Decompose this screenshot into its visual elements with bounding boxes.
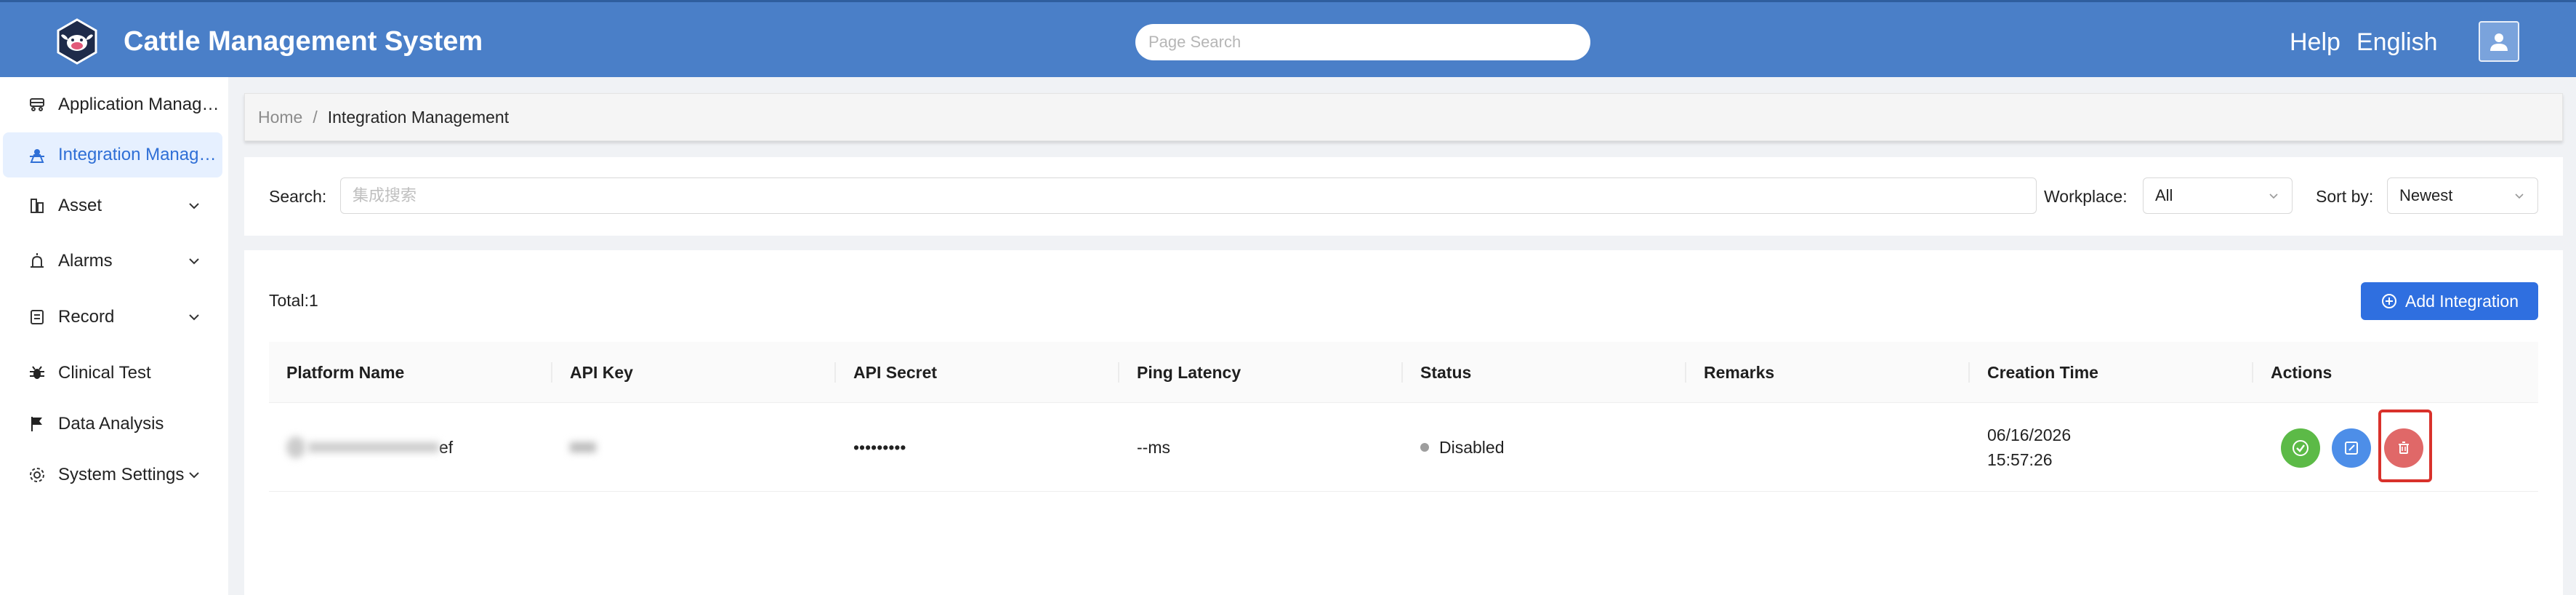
- breadcrumb-home[interactable]: Home: [258, 108, 302, 127]
- column-header-status: Status: [1403, 342, 1686, 403]
- breadcrumb: Home / Integration Management: [244, 93, 2563, 141]
- app-icon: [26, 94, 48, 116]
- add-integration-label: Add Integration: [2404, 291, 2519, 311]
- platform-name-redacted: [308, 442, 439, 452]
- sidebar: Application Management Integration Manag…: [0, 77, 228, 595]
- cell-status: Disabled: [1403, 403, 1686, 492]
- sidebar-item-label: Integration Management: [58, 145, 222, 164]
- sidebar-item-data-analysis[interactable]: Data Analysis: [0, 402, 224, 447]
- page-search-input[interactable]: [1135, 24, 1590, 60]
- chevron-down-icon: [2515, 193, 2524, 199]
- integration-search-input[interactable]: [340, 177, 2037, 214]
- chevron-down-icon: [189, 203, 199, 209]
- workplace-value: All: [2155, 186, 2173, 204]
- alarm-icon: [26, 250, 48, 272]
- column-header-creation-time: Creation Time: [1970, 342, 2253, 403]
- cell-ping-latency: --ms: [1137, 437, 1170, 457]
- sidebar-item-label: Application Management: [58, 95, 224, 114]
- chevron-down-icon: [189, 258, 199, 265]
- creation-date: 06/16/2026: [1987, 426, 2072, 444]
- platform-name-suffix: ef: [439, 437, 454, 457]
- check-circle-icon: [2293, 440, 2309, 456]
- sidebar-item-label: Data Analysis: [58, 414, 164, 434]
- cell-api-secret: •••••••••: [853, 437, 906, 457]
- user-icon: [2490, 33, 2508, 51]
- top-header: Cattle Management System Help English: [0, 0, 2576, 77]
- user-avatar[interactable]: [2479, 21, 2519, 62]
- gear-icon: [26, 464, 48, 486]
- enable-button[interactable]: [2281, 428, 2320, 468]
- column-header-api-secret: API Secret: [836, 342, 1119, 403]
- sidebar-item-asset[interactable]: Asset: [0, 183, 224, 228]
- sidebar-item-label: Asset: [58, 196, 102, 215]
- plus-circle-icon: [2381, 294, 2396, 308]
- bug-icon: [26, 362, 48, 384]
- chevron-down-icon: [189, 472, 199, 479]
- chevron-down-icon: [2269, 193, 2278, 199]
- table-row: ef ••••••••• --ms Disabled 06/16/2026 15…: [269, 403, 2538, 492]
- trash-icon: [2399, 442, 2409, 454]
- cell-platform-name: ef: [269, 403, 552, 492]
- sidebar-item-label: Record: [58, 307, 115, 327]
- search-label: Search:: [269, 187, 327, 206]
- app-title: Cattle Management System: [124, 26, 483, 57]
- chevron-down-icon: [189, 314, 199, 321]
- creation-clock: 15:57:26: [1987, 450, 2053, 469]
- help-link[interactable]: Help: [2290, 27, 2340, 57]
- cell-remarks: [1686, 403, 1970, 492]
- delete-button[interactable]: [2384, 428, 2423, 468]
- sidebar-item-system-settings[interactable]: System Settings: [0, 452, 224, 498]
- sidebar-item-clinical-test[interactable]: Clinical Test: [0, 351, 224, 396]
- language-switch[interactable]: English: [2356, 27, 2438, 57]
- column-header-api-key: API Key: [552, 342, 836, 403]
- sidebar-item-application-management[interactable]: Application Management: [0, 82, 224, 127]
- column-header-ping-latency: Ping Latency: [1119, 342, 1403, 403]
- flag-icon: [26, 413, 48, 435]
- sidebar-item-integration-management[interactable]: Integration Management: [3, 132, 222, 177]
- sidebar-item-alarms[interactable]: Alarms: [0, 239, 224, 284]
- table-header: Platform Name API Key API Secret Ping La…: [269, 342, 2538, 403]
- column-header-platform-name: Platform Name: [269, 342, 552, 403]
- cell-api-key: [552, 403, 836, 492]
- workplace-label: Workplace:: [2044, 187, 2128, 206]
- cattle-logo-icon[interactable]: [54, 18, 100, 65]
- integration-table-panel: Total:1 Add Integration Platform Name AP…: [244, 250, 2563, 595]
- status-dot: [1420, 443, 1429, 452]
- integration-icon: [26, 144, 48, 166]
- column-header-actions: Actions: [2271, 362, 2333, 382]
- sidebar-item-label: Alarms: [58, 251, 113, 271]
- column-header-remarks: Remarks: [1686, 342, 1970, 403]
- add-integration-button[interactable]: Add Integration: [2361, 282, 2538, 320]
- total-count: Total:1: [269, 291, 318, 310]
- breadcrumb-separator: /: [313, 107, 318, 127]
- cell-creation-time: 06/16/2026 15:57:26: [1970, 403, 2253, 492]
- filter-panel: Search: Workplace: All Sort by: Newest: [244, 157, 2563, 236]
- platform-logo: [286, 436, 305, 458]
- sidebar-item-label: System Settings: [58, 465, 185, 484]
- status-badge: Disabled: [1439, 437, 1505, 457]
- sidebar-item-label: Clinical Test: [58, 363, 151, 383]
- workplace-select[interactable]: All: [2143, 177, 2293, 214]
- sort-label: Sort by:: [2316, 187, 2374, 206]
- sort-select[interactable]: Newest: [2387, 177, 2538, 214]
- api-key-redacted: [570, 442, 596, 452]
- breadcrumb-current: Integration Management: [327, 107, 510, 127]
- record-icon: [26, 306, 48, 328]
- sidebar-item-record[interactable]: Record: [0, 295, 224, 340]
- edit-button[interactable]: [2332, 428, 2371, 468]
- asset-icon: [26, 195, 48, 217]
- sort-value: Newest: [2399, 186, 2453, 204]
- edit-icon: [2345, 442, 2358, 455]
